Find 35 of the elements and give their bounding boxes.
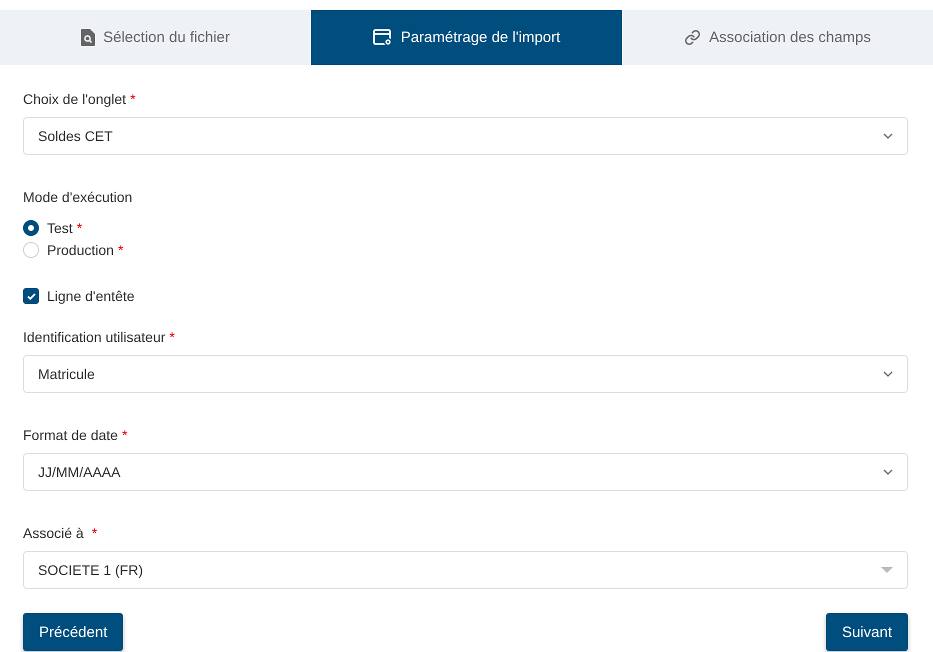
field-label: Associé à <box>23 525 84 541</box>
file-search-icon <box>81 29 96 46</box>
radio-button[interactable] <box>23 220 39 236</box>
checkmark-icon <box>26 292 36 300</box>
select-value: SOCIETE 1 (FR) <box>38 562 144 578</box>
required-mark: * <box>130 91 136 107</box>
link-icon <box>684 29 702 46</box>
chevron-down-icon <box>883 469 893 475</box>
select-value: JJ/MM/AAAA <box>38 464 120 480</box>
radio-label: Production <box>47 242 114 258</box>
select-value: Soldes CET <box>38 128 113 144</box>
checkbox-label: Ligne d'entête <box>47 288 135 304</box>
chevron-down-icon <box>883 133 893 139</box>
required-mark: * <box>122 427 128 443</box>
select-field[interactable]: Matricule <box>23 355 908 393</box>
select-value: Matricule <box>38 366 95 382</box>
window-gear-icon <box>372 28 393 46</box>
previous-button[interactable]: Précédent <box>23 613 124 651</box>
chevron-down-icon <box>883 371 893 377</box>
field-label: Identification utilisateur <box>23 329 166 345</box>
required-mark: * <box>92 525 98 541</box>
required-mark: * <box>169 329 175 345</box>
caret-down-icon <box>881 567 893 573</box>
select-field[interactable]: Soldes CET <box>23 117 908 155</box>
select-field[interactable]: JJ/MM/AAAA <box>23 453 908 491</box>
field-label: Format de date <box>23 427 118 443</box>
select-field[interactable]: SOCIETE 1 (FR) <box>23 551 908 589</box>
required-mark: * <box>76 220 82 236</box>
checkbox[interactable] <box>23 288 39 304</box>
radio-label: Test <box>47 220 73 236</box>
tab[interactable]: Paramétrage de l'import <box>311 10 622 65</box>
required-mark: * <box>118 242 124 258</box>
field-label: Choix de l'onglet <box>23 91 126 107</box>
section-label: Mode d'exécution <box>23 189 134 205</box>
next-button[interactable]: Suivant <box>826 613 908 651</box>
